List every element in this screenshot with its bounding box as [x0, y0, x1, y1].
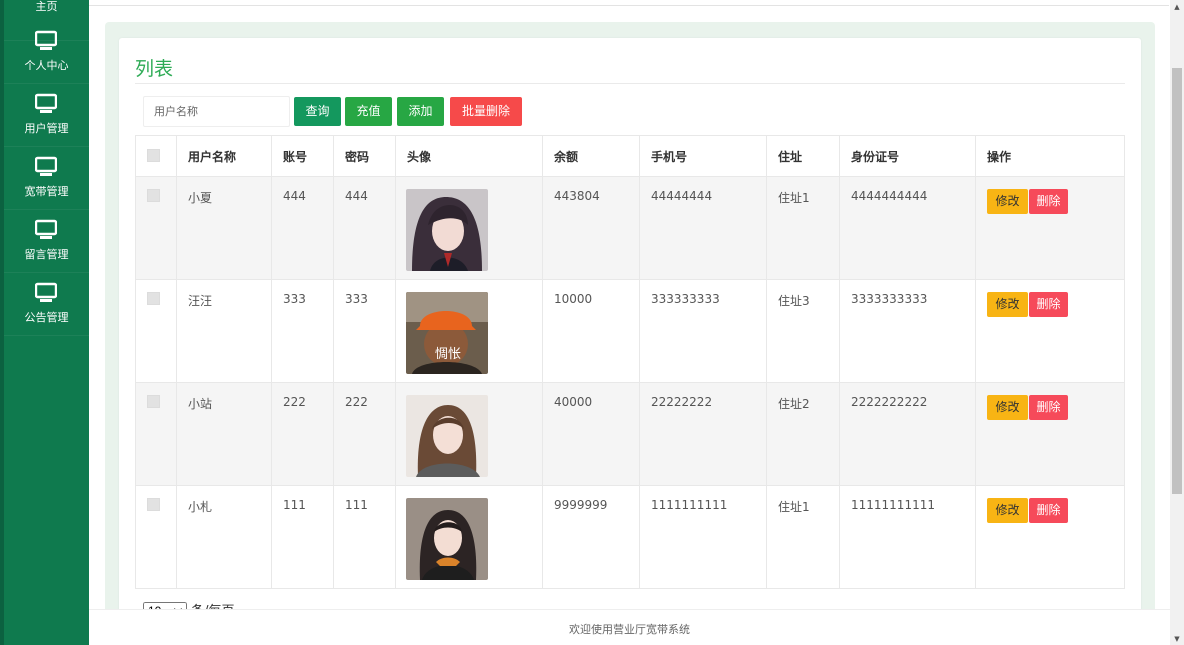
cell-password: 222 [333, 382, 396, 486]
cell-address: 住址2 [766, 382, 840, 486]
sidebar-item-label: 个人中心 [24, 59, 69, 72]
sidebar-item-label: 公告管理 [24, 311, 69, 324]
scroll-down-arrow-icon[interactable]: ▼ [1172, 634, 1182, 644]
cell-account: 444 [271, 176, 334, 280]
cell-password: 111 [333, 485, 396, 589]
cell-balance: 9999999 [542, 485, 640, 589]
cell-id-number: 4444444444 [839, 176, 976, 280]
cell-phone: 1111111111 [639, 485, 767, 589]
page-title: 列表 [135, 58, 174, 80]
monitor-icon [35, 282, 57, 302]
delete-button[interactable]: 删除 [1029, 189, 1068, 214]
avatar-caption: 惆怅 [435, 347, 461, 362]
row-checkbox[interactable] [147, 395, 160, 408]
avatar-image [406, 498, 488, 580]
cell-balance: 443804 [542, 176, 640, 280]
column-header: 账号 [271, 135, 334, 177]
monitor-icon [35, 30, 57, 50]
column-header: 余额 [542, 135, 640, 177]
batch-delete-button[interactable]: 批量删除 [450, 97, 522, 126]
cell-name: 小札 [176, 485, 272, 589]
delete-button[interactable]: 删除 [1029, 395, 1068, 420]
sidebar-item-broadband[interactable]: 宽带管理 [4, 147, 89, 210]
cell-account: 111 [271, 485, 334, 589]
delete-button[interactable]: 删除 [1029, 498, 1068, 523]
cell-account: 222 [271, 382, 334, 486]
monitor-icon [35, 219, 57, 239]
row-checkbox[interactable] [147, 189, 160, 202]
cell-id-number: 2222222222 [839, 382, 976, 486]
cell-address: 住址1 [766, 176, 840, 280]
delete-button[interactable]: 删除 [1029, 292, 1068, 317]
users-table: 用户名称 账号 密码 头像 余额 手机号 住址 身份证号 操作 小夏 444 4… [135, 135, 1125, 589]
sidebar-item-users[interactable]: 用户管理 [4, 84, 89, 147]
scroll-up-arrow-icon[interactable]: ▲ [1172, 2, 1182, 12]
edit-button[interactable]: 修改 [987, 189, 1028, 214]
cell-balance: 10000 [542, 279, 640, 383]
column-header: 头像 [395, 135, 543, 177]
select-all-header [135, 135, 177, 177]
cell-actions: 修改 删除 [975, 485, 1125, 589]
scrollbar-thumb[interactable] [1172, 68, 1182, 494]
cell-account: 333 [271, 279, 334, 383]
table-row: 小夏 444 444 443804 44444444 住址1 444444444… [135, 176, 1125, 280]
edit-button[interactable]: 修改 [987, 395, 1028, 420]
title-divider [135, 83, 1125, 84]
row-checkbox[interactable] [147, 498, 160, 511]
cell-avatar: 惆怅 [395, 279, 543, 383]
column-header: 操作 [975, 135, 1125, 177]
table-row: 汪汪 333 333 惆怅 10000 333333333 住址3 333333… [135, 279, 1125, 383]
cell-password: 444 [333, 176, 396, 280]
sidebar-item-label: 用户管理 [24, 122, 69, 135]
cell-avatar [395, 382, 543, 486]
cell-name: 小站 [176, 382, 272, 486]
sidebar-item-label: 主页 [35, 0, 58, 13]
sidebar-item-label: 宽带管理 [24, 185, 69, 198]
cell-balance: 40000 [542, 382, 640, 486]
avatar-image: 惆怅 [406, 292, 488, 374]
cell-avatar [395, 485, 543, 589]
cell-name: 汪汪 [176, 279, 272, 383]
add-button[interactable]: 添加 [397, 97, 444, 126]
avatar-image [406, 189, 488, 271]
table-row: 小札 111 111 9999999 1111111111 住址1 111111… [135, 485, 1125, 589]
cell-phone: 333333333 [639, 279, 767, 383]
query-button[interactable]: 查询 [294, 97, 341, 126]
sidebar-item-announcements[interactable]: 公告管理 [4, 273, 89, 336]
sidebar-item-profile[interactable]: 个人中心 [4, 21, 89, 84]
cell-actions: 修改 删除 [975, 279, 1125, 383]
cell-password: 333 [333, 279, 396, 383]
row-checkbox[interactable] [147, 292, 160, 305]
select-all-checkbox[interactable] [147, 148, 160, 162]
monitor-icon [35, 93, 57, 113]
edit-button[interactable]: 修改 [987, 498, 1028, 523]
column-header: 手机号 [639, 135, 767, 177]
footer: 欢迎使用营业厅宽带系统 [89, 609, 1170, 645]
cell-avatar [395, 176, 543, 280]
sidebar-item-messages[interactable]: 留言管理 [4, 210, 89, 273]
column-header: 用户名称 [176, 135, 272, 177]
cell-phone: 22222222 [639, 382, 767, 486]
table-header-row: 用户名称 账号 密码 头像 余额 手机号 住址 身份证号 操作 [135, 135, 1125, 177]
sidebar: 主页 个人中心 用户管理 宽带管理 留言管理 公告管理 [0, 0, 89, 645]
monitor-icon [35, 156, 57, 176]
column-header: 密码 [333, 135, 396, 177]
column-header: 身份证号 [839, 135, 976, 177]
column-header: 住址 [766, 135, 840, 177]
cell-actions: 修改 删除 [975, 176, 1125, 280]
edit-button[interactable]: 修改 [987, 292, 1028, 317]
avatar-image [406, 395, 488, 477]
sidebar-item-label: 留言管理 [24, 248, 69, 261]
cell-actions: 修改 删除 [975, 382, 1125, 486]
cell-address: 住址1 [766, 485, 840, 589]
cell-id-number: 3333333333 [839, 279, 976, 383]
cell-address: 住址3 [766, 279, 840, 383]
table-row: 小站 222 222 40000 22222222 住址2 2222222222… [135, 382, 1125, 486]
cell-id-number: 11111111111 [839, 485, 976, 589]
recharge-button[interactable]: 充值 [345, 97, 392, 126]
top-bar [89, 0, 1169, 6]
search-input[interactable] [143, 96, 290, 127]
cell-name: 小夏 [176, 176, 272, 280]
cell-phone: 44444444 [639, 176, 767, 280]
